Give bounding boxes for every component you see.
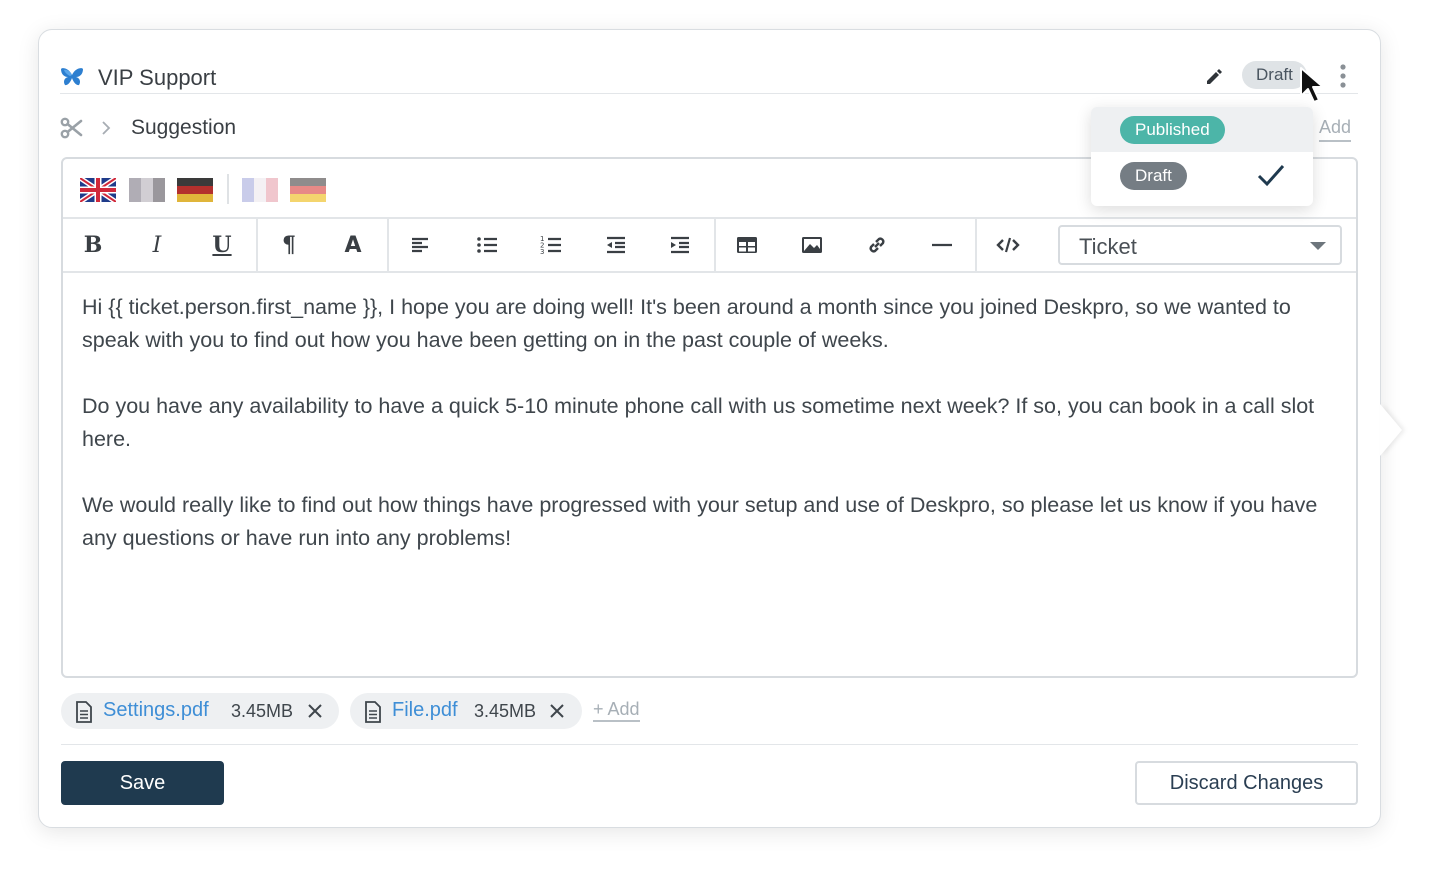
save-button[interactable]: Save <box>61 761 224 805</box>
attachment-size: 3.45MB <box>231 701 294 721</box>
toolbar-separator <box>714 219 716 271</box>
attachment-chip[interactable]: Settings.pdf 3.45MB <box>61 693 339 729</box>
italic-button[interactable]: I <box>135 219 179 271</box>
attachment-chip[interactable]: File.pdf 3.45MB <box>350 693 582 729</box>
france-flag-icon[interactable] <box>242 178 278 202</box>
language-separator <box>227 174 229 204</box>
chevron-down-icon <box>1310 242 1326 250</box>
document-icon <box>76 701 92 723</box>
germany-light-flag-icon[interactable] <box>290 178 326 202</box>
toolbar-separator <box>256 219 258 271</box>
more-options-icon[interactable] <box>1336 62 1350 90</box>
grey-flag-icon[interactable] <box>129 178 165 202</box>
remove-attachment-icon[interactable] <box>306 702 324 720</box>
link-icon <box>869 237 885 253</box>
paragraph-button[interactable]: ¶ <box>267 219 311 271</box>
align-left-icon <box>412 237 428 253</box>
bold-button[interactable]: B <box>71 219 115 271</box>
page-title: VIP Support <box>98 65 217 90</box>
rich-text-editor: B I U ¶ A 123 Ticket Hi {{ticket.person… <box>61 157 1358 678</box>
checkmark-icon <box>1257 165 1285 187</box>
germany-flag-icon[interactable] <box>177 178 213 202</box>
status-option-published[interactable]: Published <box>1091 107 1313 152</box>
horizontal-rule-button[interactable] <box>920 219 964 271</box>
uk-flag-icon[interactable] <box>80 178 116 202</box>
breadcrumb-current: Suggestion <box>131 116 237 139</box>
align-left-button[interactable] <box>398 219 442 271</box>
numbered-list-icon: 123 <box>540 235 561 256</box>
indent-button[interactable] <box>658 219 702 271</box>
toolbar-separator <box>387 219 389 271</box>
table-button[interactable] <box>725 219 769 271</box>
numbered-list-button[interactable]: 123 <box>529 219 573 271</box>
editor-content[interactable]: Hi {{ ticket.person.first_name }}, I hop… <box>82 291 1342 588</box>
attachment-size: 3.45MB <box>474 701 537 721</box>
breadcrumb-add-link[interactable]: Add <box>1319 117 1352 142</box>
code-view-button[interactable] <box>986 219 1030 271</box>
bullet-list-button[interactable] <box>465 219 509 271</box>
remove-attachment-icon[interactable] <box>548 702 566 720</box>
attachments-bar: Settings.pdf 3.45MB File.pdf 3.45MB + Ad… <box>61 693 761 729</box>
document-icon <box>365 701 381 723</box>
card-pointer <box>1380 404 1402 456</box>
image-button[interactable] <box>790 219 834 271</box>
formatting-toolbar: B I U ¶ A 123 Ticket <box>63 219 1356 273</box>
status-badge: Published <box>1120 116 1225 144</box>
code-icon <box>996 237 1020 253</box>
link-button[interactable] <box>855 219 899 271</box>
toolbar-separator <box>975 219 977 271</box>
attachment-name[interactable]: Settings.pdf <box>103 699 209 722</box>
mouse-cursor-icon <box>1300 67 1324 103</box>
scissors-icon <box>60 117 83 139</box>
discard-changes-button[interactable]: Discard Changes <box>1135 761 1358 805</box>
svg-text:3: 3 <box>540 248 544 256</box>
outdent-button[interactable] <box>594 219 638 271</box>
indent-icon <box>671 236 689 254</box>
font-button[interactable]: A <box>331 219 375 271</box>
status-option-draft[interactable]: Draft <box>1091 153 1313 198</box>
header: VIP Support Draft <box>60 60 1358 94</box>
status-badge: Draft <box>1120 162 1187 190</box>
image-icon <box>802 237 822 253</box>
content-paragraph: Do you have any availability to have a q… <box>82 394 1315 451</box>
status-dropdown-menu: Published Draft <box>1091 107 1313 206</box>
butterfly-logo-icon <box>61 68 83 86</box>
insert-variable-value: Ticket <box>1079 234 1137 259</box>
bullet-list-icon <box>477 237 497 253</box>
table-icon <box>737 237 757 253</box>
horizontal-rule-icon <box>932 243 952 247</box>
outdent-icon <box>607 236 625 254</box>
edit-pencil-icon[interactable] <box>1204 67 1224 87</box>
footer-divider <box>61 744 1358 745</box>
attachment-name[interactable]: File.pdf <box>392 699 458 722</box>
underline-button[interactable]: U <box>200 219 244 271</box>
add-attachment-link[interactable]: + Add <box>593 699 640 722</box>
content-paragraph: We would really like to find out how thi… <box>82 493 1318 550</box>
insert-variable-select[interactable]: Ticket <box>1058 225 1342 265</box>
chevron-right-icon <box>102 121 111 135</box>
content-paragraph: Hi {{ ticket.person.first_name }}, I hop… <box>82 295 1291 352</box>
